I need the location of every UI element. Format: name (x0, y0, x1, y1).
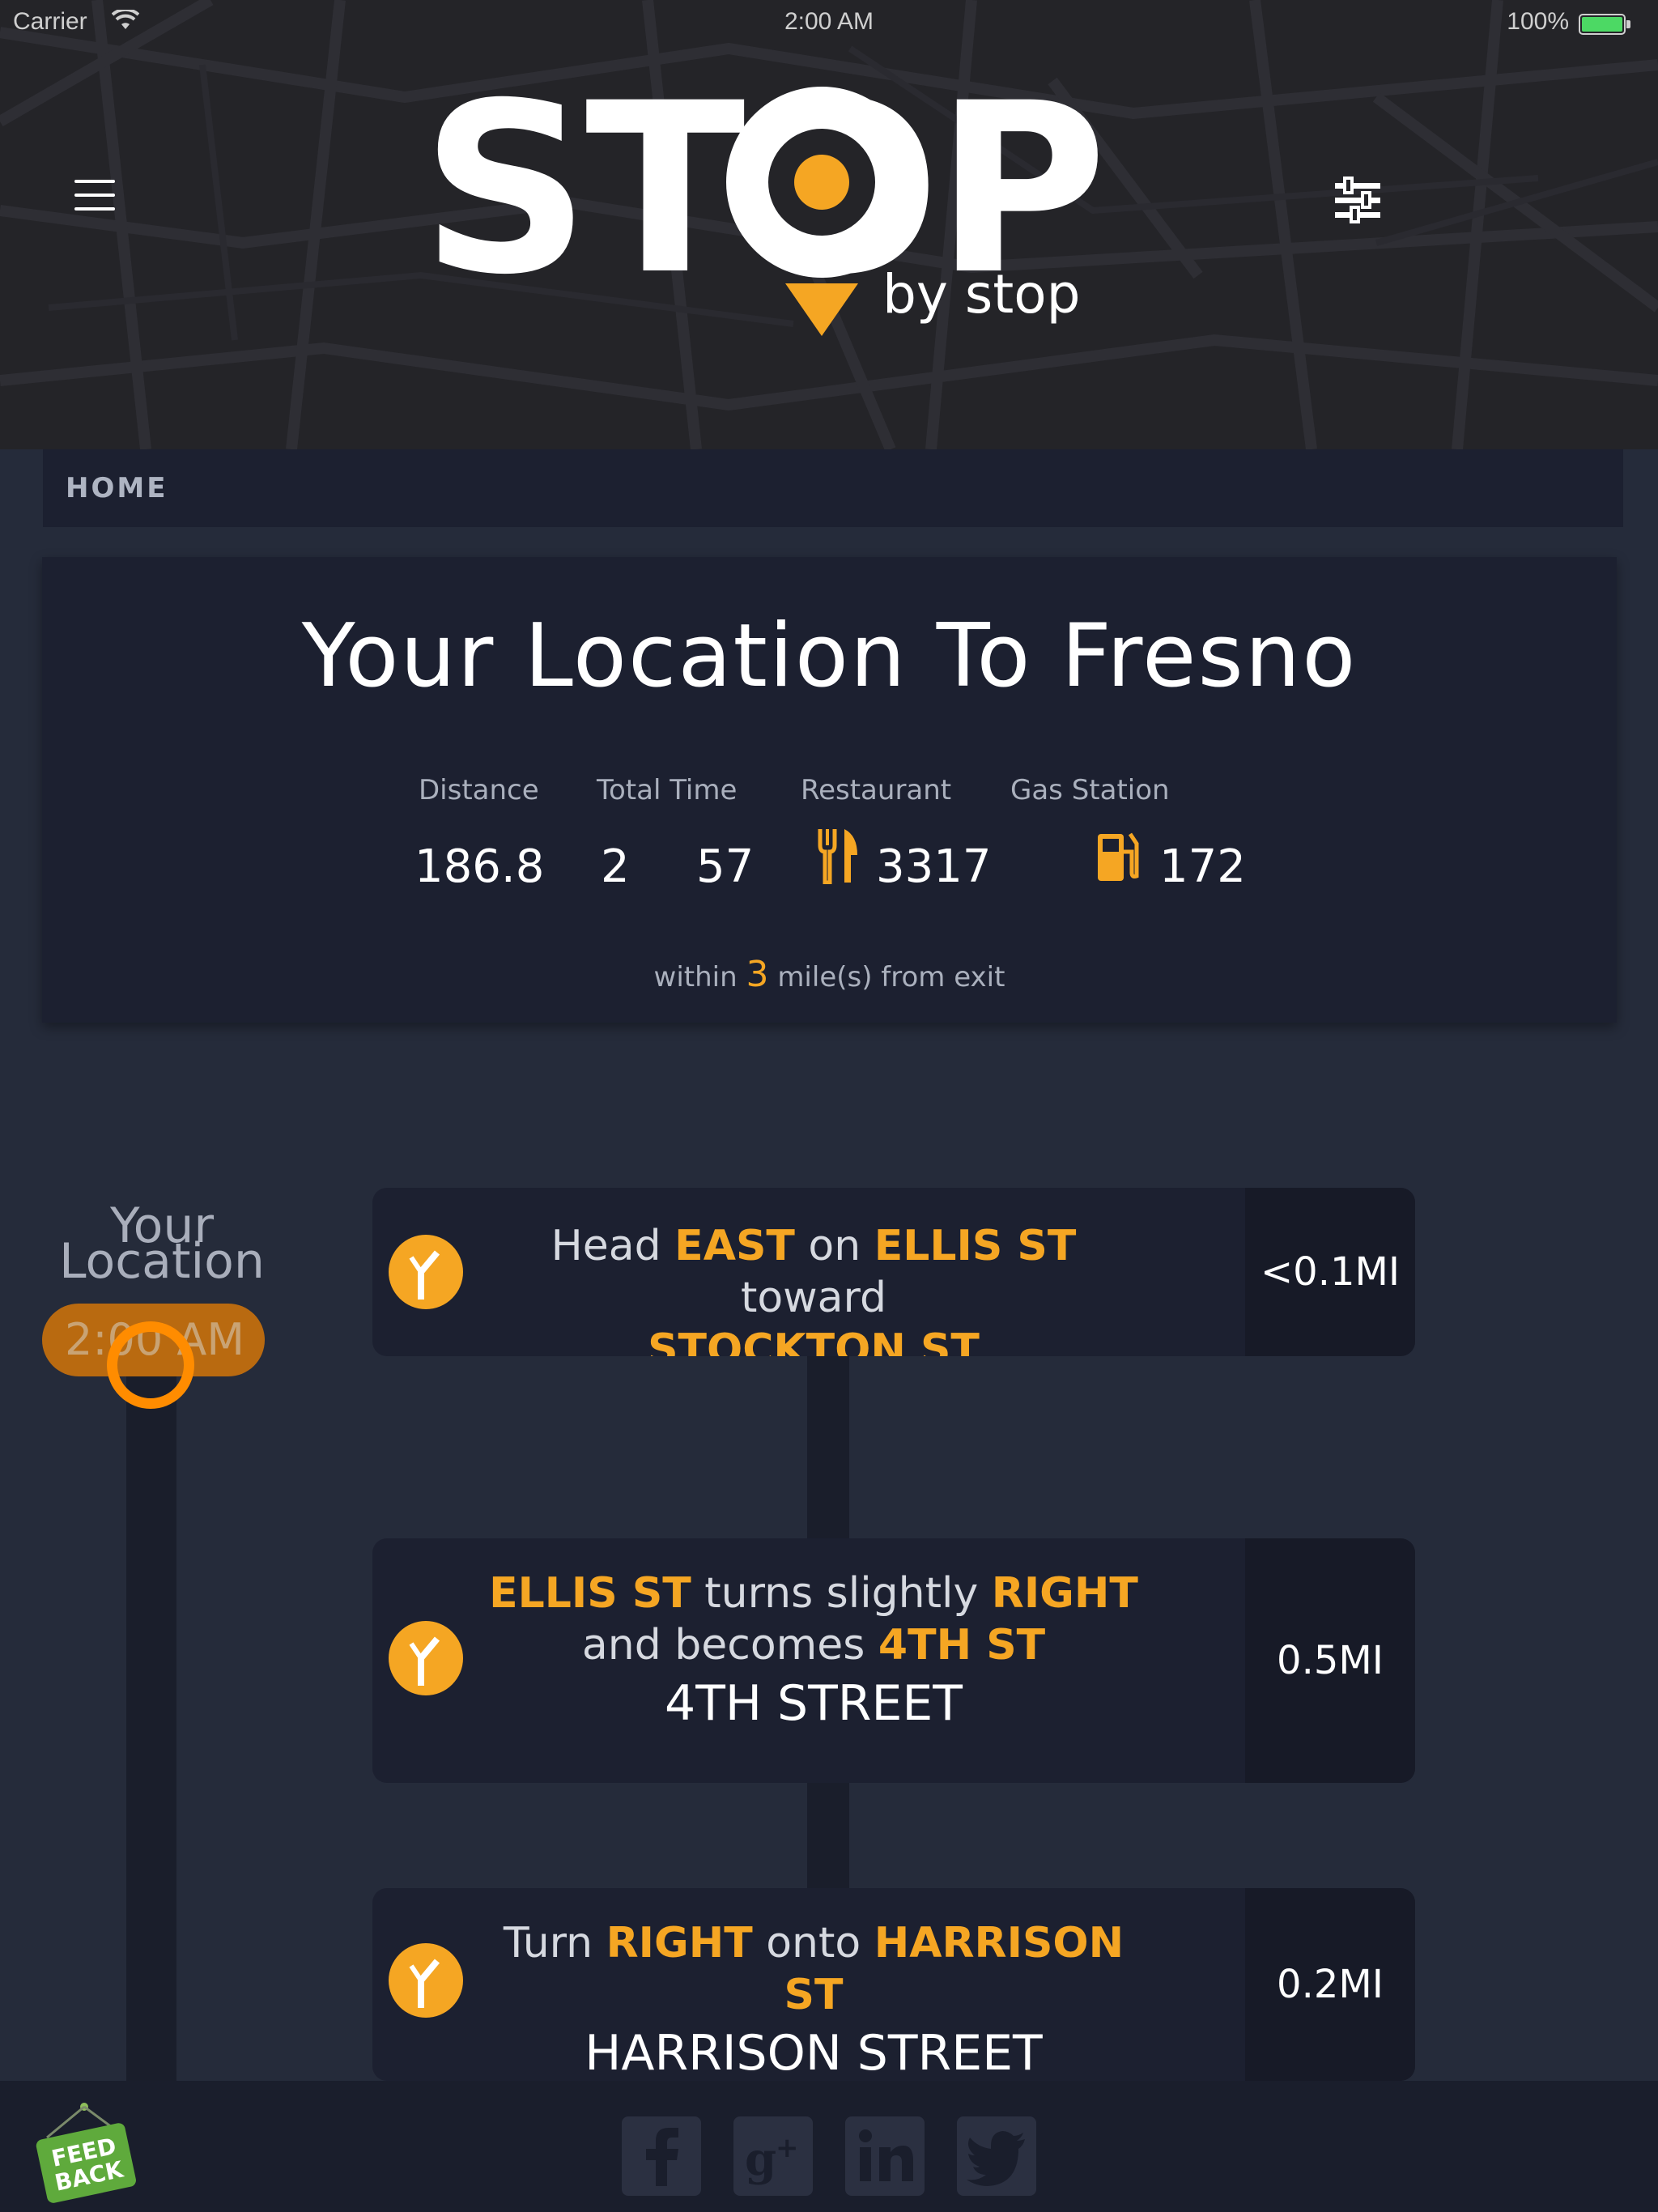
step-distance: 0.5MI (1245, 1538, 1415, 1783)
timeline-rail (126, 1316, 176, 2081)
distance-label: Distance (419, 774, 539, 806)
restaurant-icon (818, 829, 857, 884)
gas-station-count: 172 (1159, 840, 1246, 893)
step-instruction: Head EAST on ELLIS ST toward STOCKTON ST (478, 1220, 1150, 1356)
turn-slight-right-icon (389, 1943, 463, 2018)
step-highlight: RIGHT (991, 1569, 1138, 1618)
footer: FEED BACK g + (0, 2081, 1658, 2212)
direction-step[interactable]: Head EAST on ELLIS ST toward STOCKTON ST… (372, 1188, 1415, 1356)
start-location-label: Your Location (32, 1202, 291, 1290)
gas-station-label: Gas Station (1010, 774, 1170, 806)
direction-step[interactable]: ELLIS ST turns slightly RIGHT and become… (372, 1538, 1415, 1783)
step-instruction: ELLIS ST turns slightly RIGHT and become… (478, 1568, 1150, 1736)
step-word: Turn (503, 1919, 593, 1967)
turn-slight-right-icon (389, 1621, 463, 1695)
facebook-icon[interactable] (622, 2116, 701, 2196)
hours-value: 2 (601, 840, 630, 893)
within-suffix: mile(s) from exit (777, 961, 1005, 993)
step-street-name: 4TH STREET (665, 1675, 963, 1732)
within-note: within 3 mile(s) from exit (42, 954, 1617, 995)
step-highlight: ELLIS ST (489, 1569, 691, 1618)
svg-text:g: g (745, 2133, 776, 2186)
turn-slight-right-icon (389, 1235, 463, 1309)
minutes-value: 57 (696, 840, 755, 893)
app-logo: STOP by stop (421, 69, 1107, 336)
breadcrumb-home[interactable]: HOME (66, 472, 168, 504)
breadcrumb: HOME (43, 449, 1623, 527)
within-prefix: within (653, 961, 738, 993)
step-street-name: HARRISON STREET (585, 2025, 1043, 2081)
step-word: toward (740, 1274, 887, 1322)
gas-station-icon (1098, 832, 1139, 881)
restaurant-label: Restaurant (801, 774, 952, 806)
step-highlight: EAST (674, 1222, 795, 1270)
timeline-dot (107, 1321, 194, 1409)
step-word: on (808, 1222, 861, 1270)
route-summary-card: Your Location To Fresno Distance Total T… (42, 557, 1617, 1023)
google-plus-icon[interactable]: g + (733, 2116, 813, 2196)
step-connector (807, 1356, 849, 1538)
hamburger-menu-icon[interactable] (74, 180, 115, 212)
step-highlight: STOCKTON ST (648, 1325, 980, 1356)
feedback-tag-icon[interactable]: FEED BACK (31, 2097, 138, 2204)
filter-sliders-icon[interactable] (1332, 177, 1384, 225)
stats-labels: Distance Total Time Restaurant Gas Stati… (42, 774, 1617, 806)
stats-values: 186.8 2 57 3317 172 (42, 829, 1617, 905)
step-highlight: RIGHT (606, 1919, 753, 1967)
within-miles: 3 (746, 954, 769, 995)
battery-icon (1579, 14, 1630, 35)
step-connector (807, 1783, 849, 1888)
step-highlight: 4TH ST (878, 1621, 1046, 1670)
svg-text:+: + (776, 2132, 799, 2164)
step-word: onto (766, 1919, 861, 1967)
twitter-icon[interactable] (957, 2116, 1036, 2196)
battery-percent: 100% (1507, 8, 1569, 35)
logo-subtitle: by stop (882, 263, 1081, 325)
total-time-label: Total Time (597, 774, 738, 806)
step-instruction: Turn RIGHT onto HARRISON ST HARRISON STR… (478, 1917, 1150, 2081)
page-title: Your Location To Fresno (301, 606, 1358, 707)
step-word: and becomes (581, 1621, 865, 1670)
status-bar: Carrier 2:00 AM 100% (0, 0, 1658, 45)
distance-value: 186.8 (414, 840, 545, 893)
step-distance: <0.1MI (1245, 1188, 1415, 1356)
step-word: turns slightly (704, 1569, 979, 1618)
header: Carrier 2:00 AM 100% STOP by stop (0, 0, 1658, 449)
linkedin-icon[interactable] (845, 2116, 925, 2196)
step-highlight: ELLIS ST (874, 1222, 1077, 1270)
step-distance: 0.2MI (1245, 1888, 1415, 2081)
direction-step[interactable]: Turn RIGHT onto HARRISON ST HARRISON STR… (372, 1888, 1415, 2081)
step-word: Head (551, 1222, 661, 1270)
start-label-line2: Location (59, 1233, 265, 1290)
restaurant-count: 3317 (876, 840, 992, 893)
status-time: 2:00 AM (784, 8, 874, 35)
